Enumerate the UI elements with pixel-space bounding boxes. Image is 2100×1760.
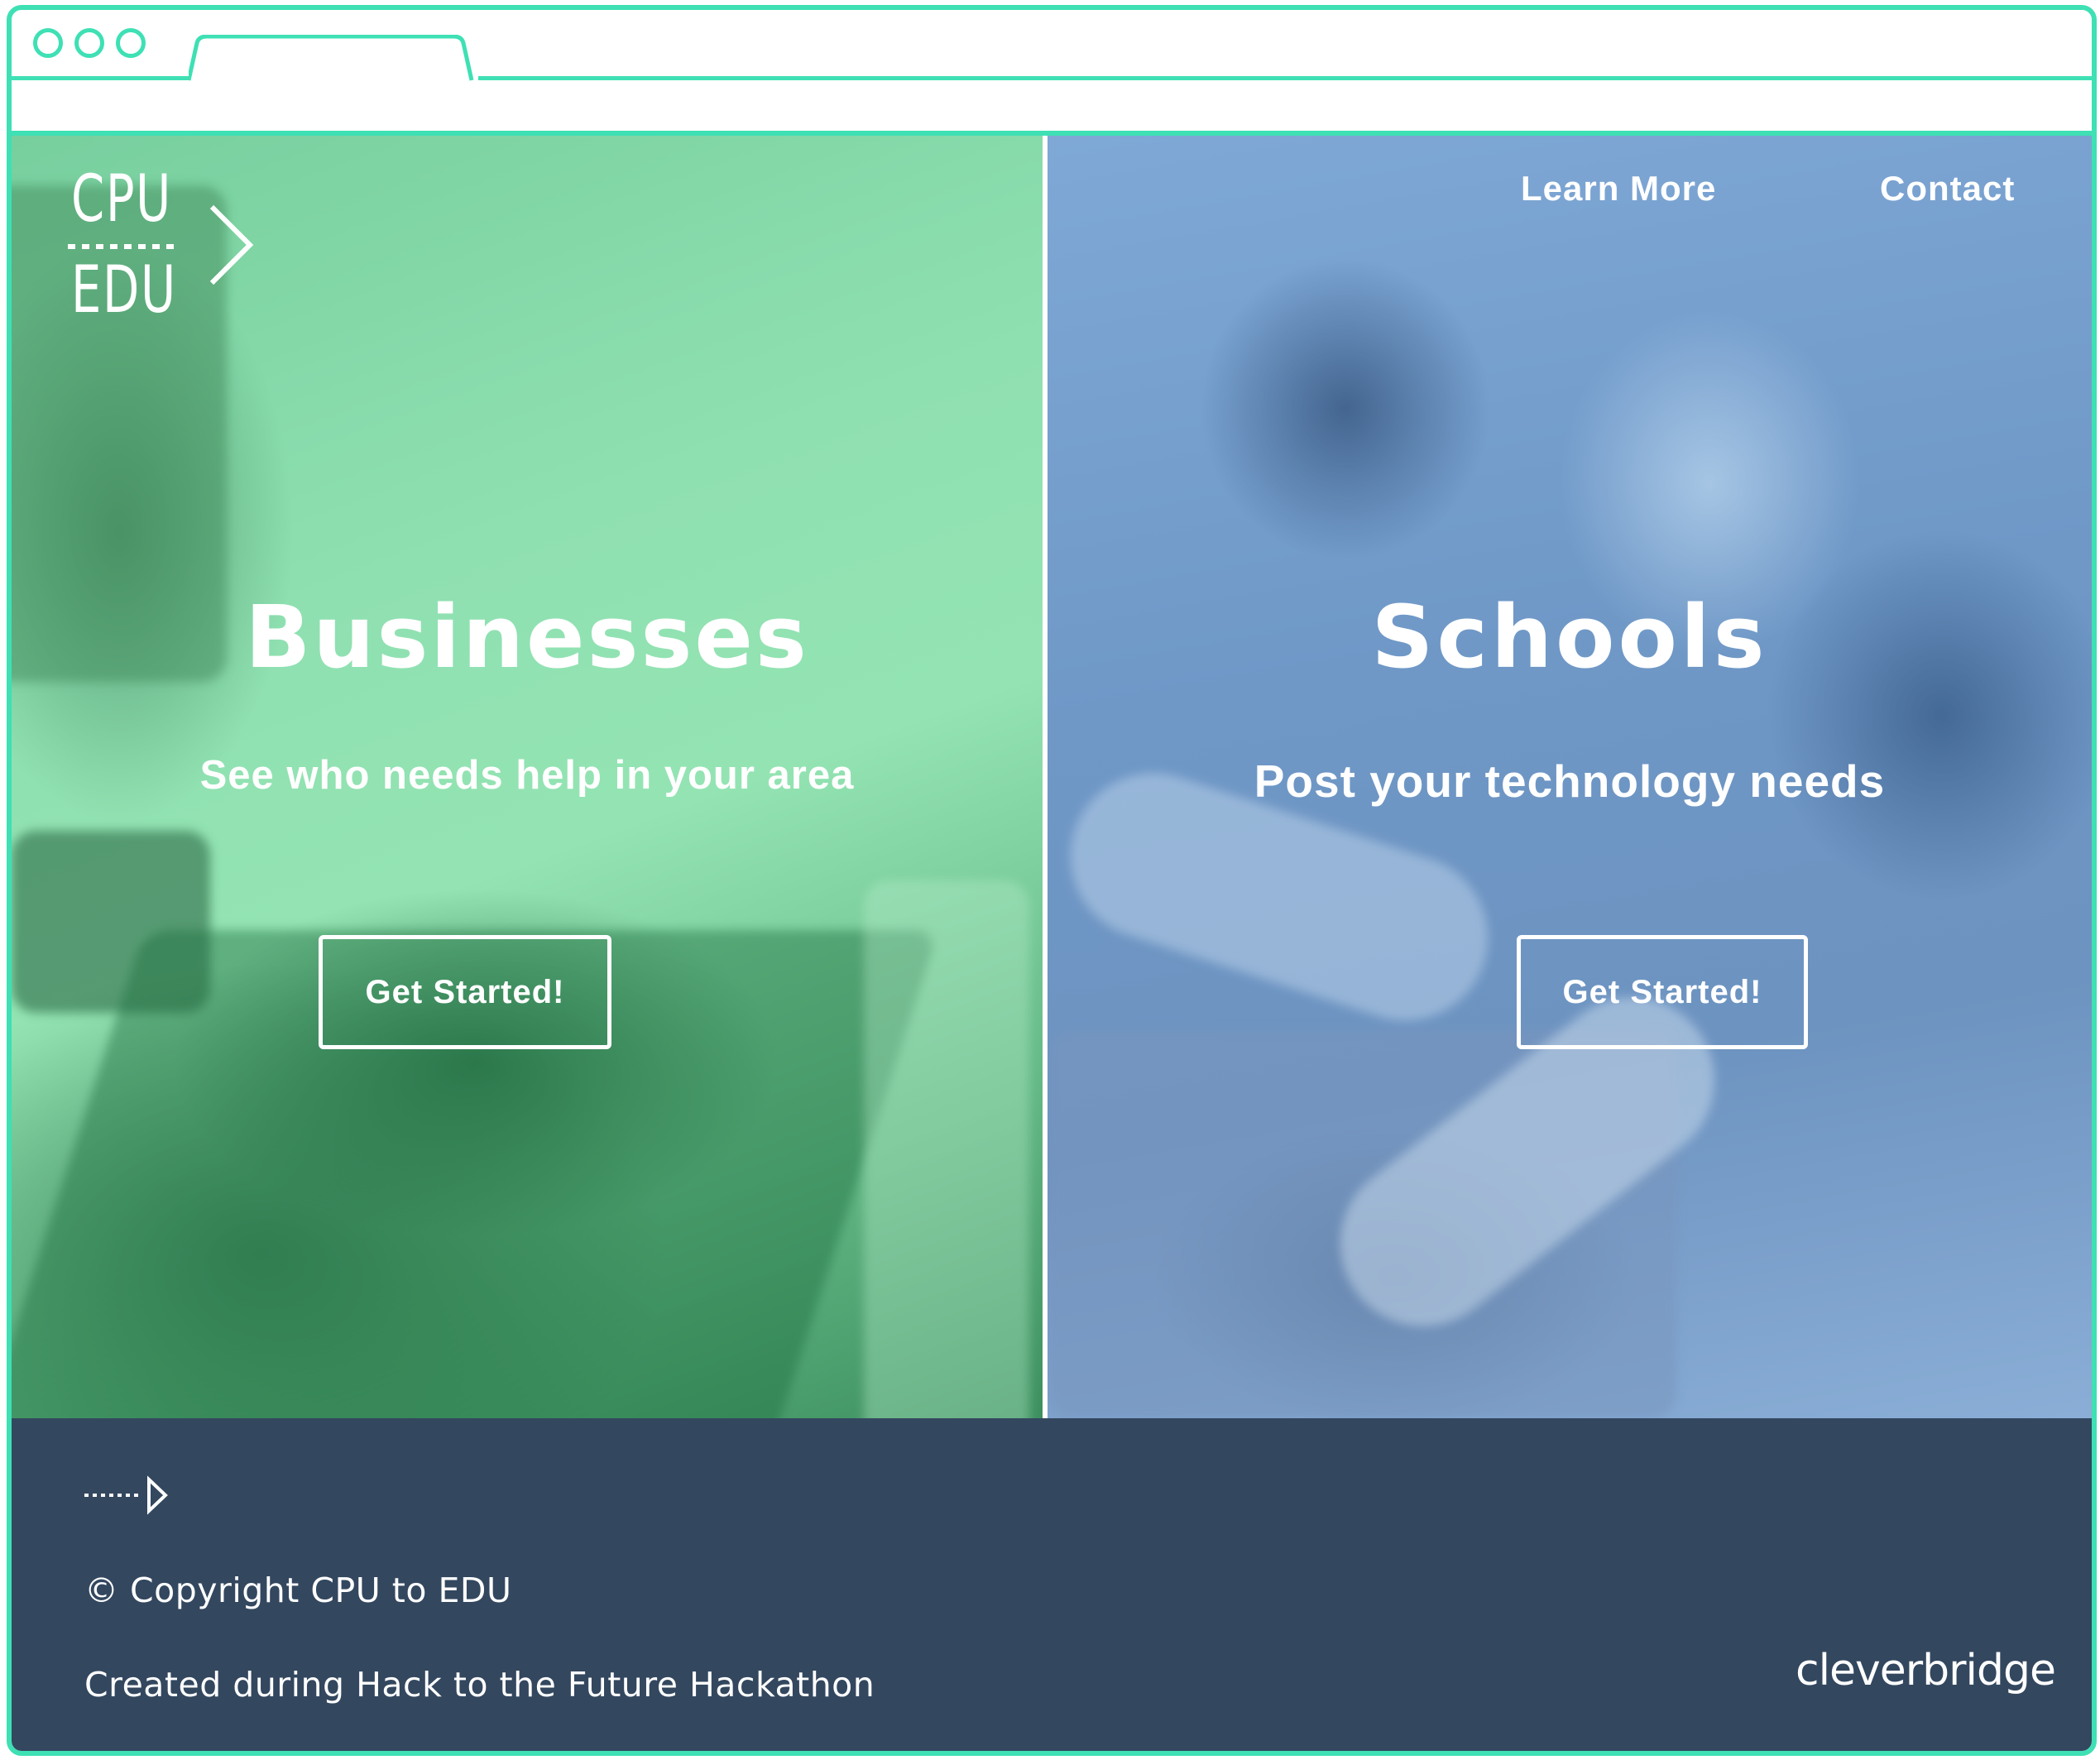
footer-created: Created during Hack to the Future Hackat… — [84, 1665, 875, 1705]
play-arrow-icon — [209, 204, 254, 285]
businesses-get-started-button[interactable]: Get Started! — [319, 935, 611, 1049]
schools-title: Schools — [1371, 587, 1768, 688]
footer: © Copyright CPU to EDU Created during Ha… — [12, 1418, 2092, 1751]
laptop-edge-shape — [864, 880, 1029, 1418]
cpu-edu-logo[interactable]: CPU EDU — [61, 161, 268, 326]
window-minimize-dot[interactable] — [74, 28, 104, 58]
hero-section: CPU EDU Businesses See who needs help in… — [12, 136, 2092, 1418]
businesses-panel: CPU EDU Businesses See who needs help in… — [12, 136, 1043, 1418]
nav-contact[interactable]: Contact — [1880, 169, 2015, 209]
schools-subtitle: Post your technology needs — [1254, 755, 1886, 807]
logo-bottom-text: EDU — [71, 253, 177, 328]
schools-panel: Learn More Contact Schools Post your tec… — [1048, 136, 2092, 1418]
logo-dotted-line — [68, 244, 175, 249]
logo-top-text: CPU — [71, 162, 172, 237]
dotted-arrow-icon — [84, 1475, 168, 1515]
window-maximize-dot[interactable] — [116, 28, 146, 58]
businesses-title: Businesses — [245, 587, 809, 688]
browser-chrome — [12, 10, 2092, 136]
browser-window: CPU EDU Businesses See who needs help in… — [7, 5, 2097, 1756]
schools-get-started-button[interactable]: Get Started! — [1517, 935, 1808, 1049]
nav-learn-more[interactable]: Learn More — [1521, 169, 1716, 209]
footer-copyright: © Copyright CPU to EDU — [84, 1571, 512, 1610]
businesses-subtitle: See who needs help in your area — [199, 753, 855, 798]
window-close-dot[interactable] — [33, 28, 63, 58]
cleverbridge-logo[interactable]: cleverbridge — [1796, 1646, 2056, 1695]
browser-tab[interactable] — [189, 35, 478, 81]
